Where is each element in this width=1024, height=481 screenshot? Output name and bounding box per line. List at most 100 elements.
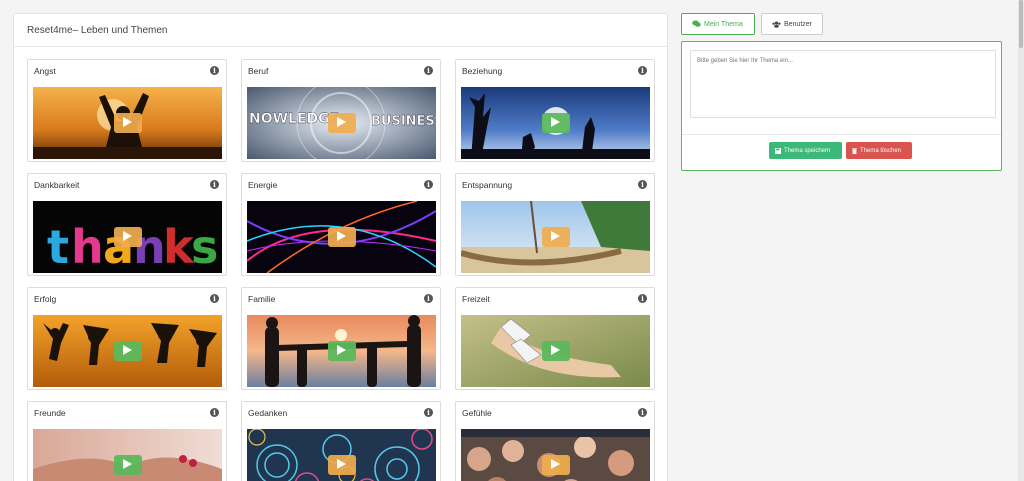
play-button[interactable] <box>327 113 356 133</box>
topic-card[interactable]: Erfolg i <box>27 287 227 390</box>
topic-name: Gefühle <box>462 408 492 418</box>
play-button[interactable] <box>327 341 356 361</box>
topic-card[interactable]: Energie i <box>241 173 441 276</box>
info-icon[interactable]: i <box>638 66 647 75</box>
topic-input[interactable] <box>690 50 996 118</box>
info-icon[interactable]: i <box>210 180 219 189</box>
topic-name: Gedanken <box>248 408 288 418</box>
play-icon <box>551 114 560 132</box>
info-icon[interactable]: i <box>210 408 219 417</box>
topic-card-header: Energie i <box>242 174 440 196</box>
topic-thumbnail[interactable]: NOWLEDGE BUSINESS <box>247 87 436 159</box>
tab-users-label: Benutzer <box>783 20 812 28</box>
form-divider <box>682 134 1001 135</box>
topic-thumbnail[interactable] <box>461 201 650 273</box>
topic-card-header: Angst i <box>28 60 226 82</box>
comments-icon <box>692 20 701 27</box>
topic-name: Erfolg <box>34 294 57 304</box>
topic-thumbnail[interactable] <box>33 87 222 159</box>
info-icon[interactable]: i <box>638 408 647 417</box>
topic-thumbnail[interactable] <box>461 429 650 481</box>
info-icon[interactable]: i <box>424 294 433 303</box>
floppy-icon <box>775 147 781 154</box>
topic-card[interactable]: Gefühle i <box>455 401 655 481</box>
users-icon <box>772 21 781 28</box>
info-icon[interactable]: i <box>424 408 433 417</box>
topic-name: Dankbarkeit <box>34 180 80 190</box>
topics-panel: Reset4me– Leben und Themen Angst i Beruf i N… <box>13 13 668 481</box>
play-icon <box>123 342 132 360</box>
topic-thumbnail[interactable] <box>461 315 650 387</box>
topic-name: Angst <box>34 66 56 76</box>
tab-users[interactable]: Benutzer <box>761 13 823 35</box>
play-icon <box>337 342 346 360</box>
topic-card-header: Beruf i <box>242 60 440 82</box>
topic-thumbnail[interactable] <box>33 315 222 387</box>
scrollbar[interactable] <box>1018 0 1024 481</box>
topic-card[interactable]: Familie i <box>241 287 441 390</box>
play-button[interactable] <box>113 113 142 133</box>
topic-name: Freizeit <box>462 294 490 304</box>
topic-card[interactable]: Beruf i NOWLEDGE BUSINESS <box>241 59 441 162</box>
delete-topic-button[interactable]: Thema löschen <box>846 142 912 159</box>
tab-my-topic[interactable]: Mein Thema <box>681 13 755 35</box>
play-icon <box>337 456 346 474</box>
topic-card-header: Freunde i <box>28 402 226 424</box>
play-button[interactable] <box>113 227 142 247</box>
topic-thumbnail[interactable] <box>247 315 436 387</box>
topic-card[interactable]: Entspannung i <box>455 173 655 276</box>
topic-thumbnail[interactable] <box>33 429 222 481</box>
svg-text:t: t <box>47 220 69 273</box>
play-button[interactable] <box>541 341 570 361</box>
topic-card[interactable]: Freunde i <box>27 401 227 481</box>
save-topic-label: Thema speichern <box>784 147 831 154</box>
topic-card-header: Freizeit i <box>456 288 654 310</box>
save-topic-button[interactable]: Thema speichern <box>769 142 842 159</box>
play-icon <box>123 228 132 246</box>
play-icon <box>551 228 560 246</box>
play-button[interactable] <box>327 455 356 475</box>
topic-card[interactable]: Beziehung i <box>455 59 655 162</box>
topic-card[interactable]: Angst i <box>27 59 227 162</box>
play-button[interactable] <box>113 455 142 475</box>
topic-card-header: Dankbarkeit i <box>28 174 226 196</box>
svg-text:s: s <box>191 220 218 273</box>
topic-name: Entspannung <box>462 180 513 190</box>
play-icon <box>337 114 346 132</box>
play-icon <box>337 228 346 246</box>
topic-card[interactable]: Freizeit i <box>455 287 655 390</box>
play-icon <box>123 114 132 132</box>
play-button[interactable] <box>541 227 570 247</box>
my-topic-form: Thema speichern Thema löschen <box>681 41 1002 171</box>
topic-name: Beziehung <box>462 66 503 76</box>
topic-card-header: Erfolg i <box>28 288 226 310</box>
info-icon[interactable]: i <box>424 180 433 189</box>
svg-text:h: h <box>71 220 104 273</box>
info-icon[interactable]: i <box>638 180 647 189</box>
topic-card-header: Beziehung i <box>456 60 654 82</box>
info-icon[interactable]: i <box>210 66 219 75</box>
svg-text:BUSINESS: BUSINESS <box>371 114 436 129</box>
play-button[interactable] <box>541 455 570 475</box>
info-icon[interactable]: i <box>424 66 433 75</box>
topic-thumbnail[interactable]: thanks <box>33 201 222 273</box>
scrollbar-thumb[interactable] <box>1019 0 1023 48</box>
info-icon[interactable]: i <box>210 294 219 303</box>
trash-icon <box>852 147 857 154</box>
topic-thumbnail[interactable] <box>461 87 650 159</box>
topic-card[interactable]: Gedanken i <box>241 401 441 481</box>
topic-card[interactable]: Dankbarkeit i thanks <box>27 173 227 276</box>
topic-card-header: Familie i <box>242 288 440 310</box>
info-icon[interactable]: i <box>638 294 647 303</box>
topic-thumbnail[interactable] <box>247 429 436 481</box>
play-icon <box>551 456 560 474</box>
play-icon <box>551 342 560 360</box>
play-button[interactable] <box>541 113 570 133</box>
topic-card-header: Gefühle i <box>456 402 654 424</box>
topic-name: Beruf <box>248 66 269 76</box>
topic-name: Energie <box>248 180 278 190</box>
topic-thumbnail[interactable] <box>247 201 436 273</box>
topic-card-header: Gedanken i <box>242 402 440 424</box>
play-button[interactable] <box>113 341 142 361</box>
play-button[interactable] <box>327 227 356 247</box>
